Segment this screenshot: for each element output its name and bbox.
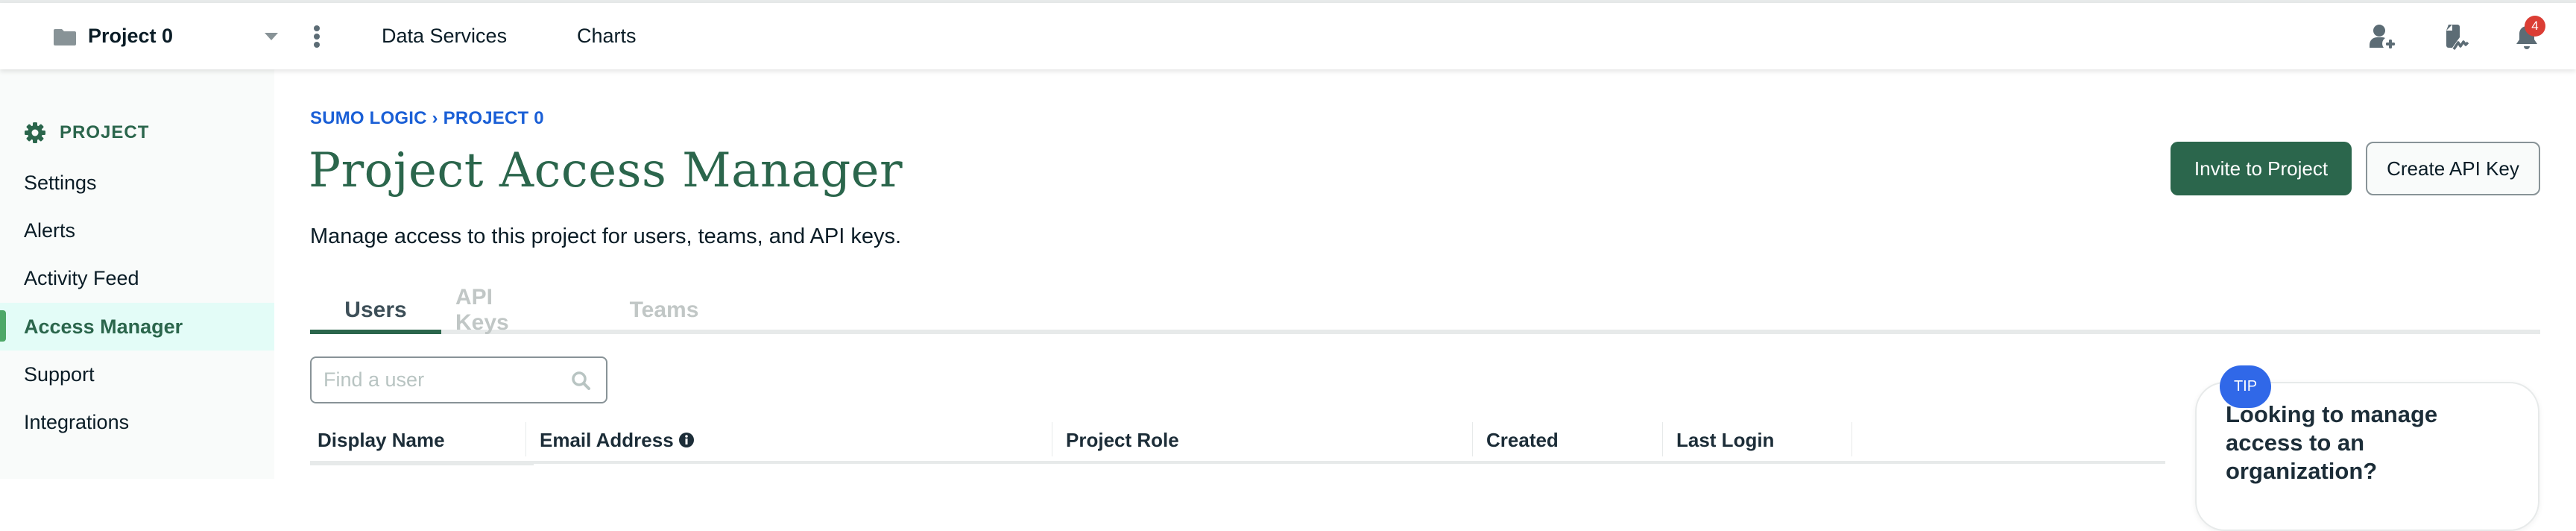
column-label: Email Address [540,428,674,451]
search-input[interactable] [322,368,549,392]
folder-icon [54,28,76,45]
column-divider [525,422,526,456]
users-table-header: Display Name Email Address Project Role … [310,419,2165,465]
tip-badge: TIP [2220,365,2271,408]
tab-bar: Users API Keys Teams [310,285,2540,336]
column-header-project-role[interactable]: Project Role [1066,419,1179,461]
column-label: Last Login [1676,428,1775,451]
sidebar-item-label: Access Manager [24,315,183,338]
column-header-email-address[interactable]: Email Address [540,419,695,461]
project-selector[interactable]: Project 0 [54,3,173,69]
header-bottom-border [310,461,2165,464]
caret-down-icon[interactable] [265,33,278,40]
notification-badge: 4 [2525,16,2545,37]
tab-api-keys[interactable]: API Keys [455,285,545,335]
sidebar-item-integrations[interactable]: Integrations [0,398,274,446]
sidebar-item-alerts[interactable]: Alerts [0,207,274,254]
tip-text: Looking to manage access to an organizat… [2226,401,2438,484]
invite-to-project-button[interactable]: Invite to Project [2171,142,2352,195]
sidebar-item-activity-feed[interactable]: Activity Feed [0,254,274,302]
project-name: Project 0 [88,25,174,47]
sidebar-item-access-manager[interactable]: Access Manager [0,303,274,351]
sidebar-item-settings[interactable]: Settings [0,159,274,207]
breadcrumb-sumo-logic[interactable]: SUMO LOGIC [310,108,427,128]
sidebar: PROJECT Settings Alerts Activity Feed Ac… [0,69,274,479]
search-icon[interactable] [570,370,591,391]
tab-teams[interactable]: Teams [623,286,705,334]
sidebar-heading: PROJECT [24,122,149,144]
sort-indicator [310,461,534,465]
user-search [310,356,607,403]
column-header-created[interactable]: Created [1486,419,1559,461]
breadcrumb-project[interactable]: PROJECT 0 [443,108,544,128]
column-label: Created [1486,428,1559,451]
column-divider [1472,422,1473,456]
sidebar-heading-label: PROJECT [60,122,150,142]
page-description: Manage access to this project for users,… [310,224,902,248]
create-api-key-button[interactable]: Create API Key [2366,142,2540,195]
column-label: Display Name [318,428,445,451]
column-header-display-name[interactable]: Display Name [318,419,445,461]
info-icon[interactable] [678,432,695,448]
user-plus-icon[interactable] [2367,22,2397,52]
page-title: Project Access Manager [309,143,903,198]
nav-charts[interactable]: Charts [577,3,637,69]
sidebar-item-label: Support [24,362,95,386]
more-options-icon[interactable] [312,25,321,48]
sidebar-item-label: Integrations [24,410,130,433]
sidebar-item-label: Activity Feed [24,266,139,289]
tab-users[interactable]: Users [310,286,441,334]
breadcrumb-separator: › [432,108,438,128]
column-label: Project Role [1066,428,1179,451]
nav-data-services[interactable]: Data Services [382,3,507,69]
column-header-last-login[interactable]: Last Login [1676,419,1774,461]
sidebar-item-label: Alerts [24,219,76,242]
top-nav: Project 0 Data Services Charts 4 [0,3,2576,69]
gear-icon [25,122,45,143]
document-signature-icon[interactable] [2440,22,2470,52]
sidebar-item-label: Settings [24,171,97,194]
sidebar-item-support[interactable]: Support [0,351,274,398]
column-divider [1662,422,1663,456]
breadcrumb: SUMO LOGIC › PROJECT 0 [310,108,544,129]
